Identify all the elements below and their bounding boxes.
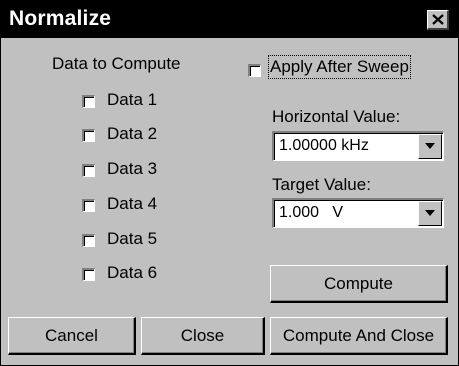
- close-icon: [431, 14, 444, 25]
- data-to-compute-heading: Data to Compute: [52, 54, 181, 73]
- horizontal-value-selected: 1.00000 kHz: [279, 137, 369, 154]
- data-4-label: Data 4: [107, 194, 158, 213]
- target-value-dropdown-button[interactable]: [418, 201, 442, 226]
- apply-after-sweep-checkbox[interactable]: [248, 64, 261, 77]
- chevron-down-icon: [425, 210, 435, 216]
- apply-after-sweep-label: Apply After Sweep: [268, 55, 411, 79]
- horizontal-value-dropdown-button[interactable]: [418, 134, 442, 159]
- data-2-label: Data 2: [107, 124, 158, 143]
- normalize-dialog: Normalize Data to Compute Data 1 Data 2 …: [0, 0, 459, 366]
- title-bar: Normalize: [1, 1, 458, 38]
- target-value-selected: 1.000 V: [279, 204, 344, 221]
- window-title: Normalize: [9, 7, 112, 30]
- data-4-checkbox[interactable]: [82, 199, 95, 212]
- data-3-label: Data 3: [107, 159, 158, 178]
- data-6-label: Data 6: [107, 263, 158, 282]
- horizontal-value-dropdown[interactable]: 1.00000 kHz: [272, 131, 444, 161]
- data-2-checkbox[interactable]: [82, 129, 95, 142]
- data-5-label: Data 5: [107, 229, 158, 248]
- chevron-down-icon: [425, 143, 435, 149]
- close-window-button[interactable]: [427, 10, 449, 30]
- data-6-checkbox[interactable]: [82, 268, 95, 281]
- data-5-checkbox[interactable]: [82, 234, 95, 247]
- compute-and-close-button[interactable]: Compute And Close: [270, 317, 448, 355]
- data-3-checkbox[interactable]: [82, 164, 95, 177]
- data-1-checkbox[interactable]: [82, 95, 95, 108]
- horizontal-value-label: Horizontal Value:: [272, 107, 401, 126]
- cancel-button[interactable]: Cancel: [8, 317, 136, 355]
- compute-button[interactable]: Compute: [270, 265, 448, 303]
- data-1-label: Data 1: [107, 90, 158, 109]
- target-value-label: Target Value:: [272, 175, 371, 194]
- target-value-dropdown[interactable]: 1.000 V: [272, 198, 444, 228]
- close-button[interactable]: Close: [141, 317, 265, 355]
